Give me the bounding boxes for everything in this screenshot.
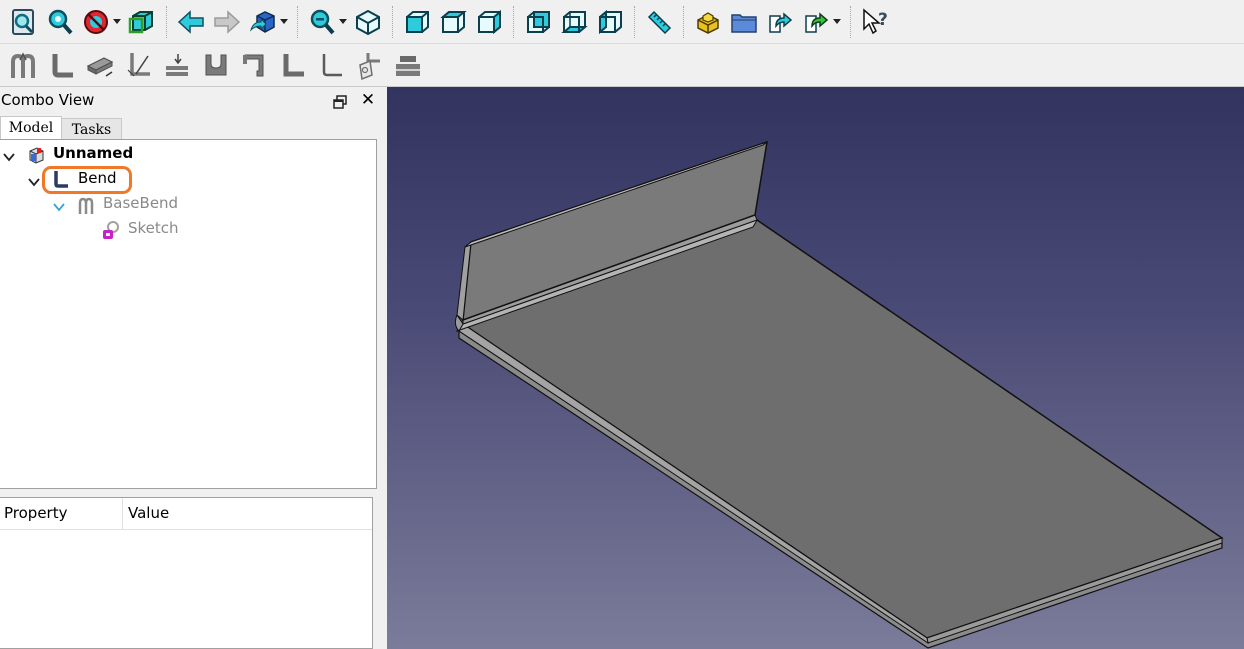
toolbar-separator [850,5,851,38]
property-header: Property Value [0,498,372,530]
model-tree: Unnamed Bend BaseBend Sketch [0,139,377,489]
zoom-icon[interactable] [304,4,340,40]
tab-tasks[interactable]: Tasks [62,118,122,140]
part-icon[interactable] [690,4,726,40]
front-view-icon[interactable] [399,4,435,40]
tab-model[interactable]: Model [0,116,62,140]
chevron-down-icon[interactable] [53,199,65,212]
svg-text:?: ? [878,10,888,30]
forward-arrow-icon[interactable] [209,4,245,40]
bounding-box-icon[interactable] [124,4,160,40]
link-actions-icon[interactable] [798,4,834,40]
link-icon[interactable] [762,4,798,40]
tree-item-basebend[interactable]: BaseBend [103,194,178,212]
fit-selection-icon[interactable] [42,4,78,40]
u-profile-icon[interactable] [197,46,236,84]
top-view-icon[interactable] [435,4,471,40]
sheetmetal-toolbar [0,44,1244,87]
unfold-icon[interactable] [351,46,390,84]
tree-item-unnamed[interactable]: Unnamed [53,144,133,162]
property-view: Property Value [0,497,373,649]
sheet-metal-part[interactable] [387,87,1244,649]
toolbar-separator [297,5,298,38]
workbench-box-icon[interactable] [245,4,281,40]
chevron-down-icon[interactable] [279,4,289,40]
float-panel-icon[interactable] [333,93,347,109]
right-view-icon[interactable] [471,4,507,40]
toolbar-separator [513,5,514,38]
chevron-down-icon[interactable] [28,174,40,187]
left-view-icon[interactable] [592,4,628,40]
sketch-icon [101,220,119,239]
folder-icon[interactable] [726,4,762,40]
value-column-header[interactable]: Value [128,504,169,522]
flange-tool-icon[interactable] [389,46,428,84]
whats-this-icon[interactable]: ? [857,4,893,40]
base-bend-icon [77,195,95,214]
chevron-down-icon[interactable] [338,4,348,40]
relief-icon[interactable] [158,46,197,84]
property-column-header[interactable]: Property [4,504,67,522]
3d-viewport[interactable] [387,87,1244,649]
toolbar-separator [392,5,393,38]
tree-item-sketch[interactable]: Sketch [128,219,179,237]
close-icon[interactable]: ✕ [359,90,377,110]
base-bend-icon[interactable] [4,46,43,84]
draw-style-icon[interactable] [78,4,114,40]
bend-icon[interactable] [43,46,82,84]
measure-ruler-icon[interactable] [641,4,677,40]
rear-view-icon[interactable] [520,4,556,40]
bottom-view-icon[interactable] [556,4,592,40]
isometric-view-icon[interactable] [350,4,386,40]
main-toolbar: ? [0,0,1244,44]
combo-view-titlebar: Combo View ✕ [0,89,383,111]
fit-all-icon[interactable] [6,4,42,40]
extrude-icon[interactable] [81,46,120,84]
chevron-down-icon[interactable] [112,4,122,40]
toolbar-separator [634,5,635,38]
junction-icon[interactable] [120,46,159,84]
combo-view-panel: Combo View ✕ Model Tasks Unnamed Bend Ba… [0,87,383,649]
toolbar-separator [683,5,684,38]
document-icon [27,146,45,164]
combo-view-title: Combo View [1,91,95,109]
selection-highlight [42,166,132,194]
toolbar-separator [166,5,167,38]
back-arrow-icon[interactable] [173,4,209,40]
l-profile-icon[interactable] [274,46,313,84]
chevron-down-icon[interactable] [832,4,842,40]
panel-splitter[interactable] [377,87,387,649]
corner-bend-icon[interactable] [312,46,351,84]
hem-icon[interactable] [235,46,274,84]
column-divider[interactable] [122,498,123,530]
chevron-down-icon[interactable] [3,149,15,162]
